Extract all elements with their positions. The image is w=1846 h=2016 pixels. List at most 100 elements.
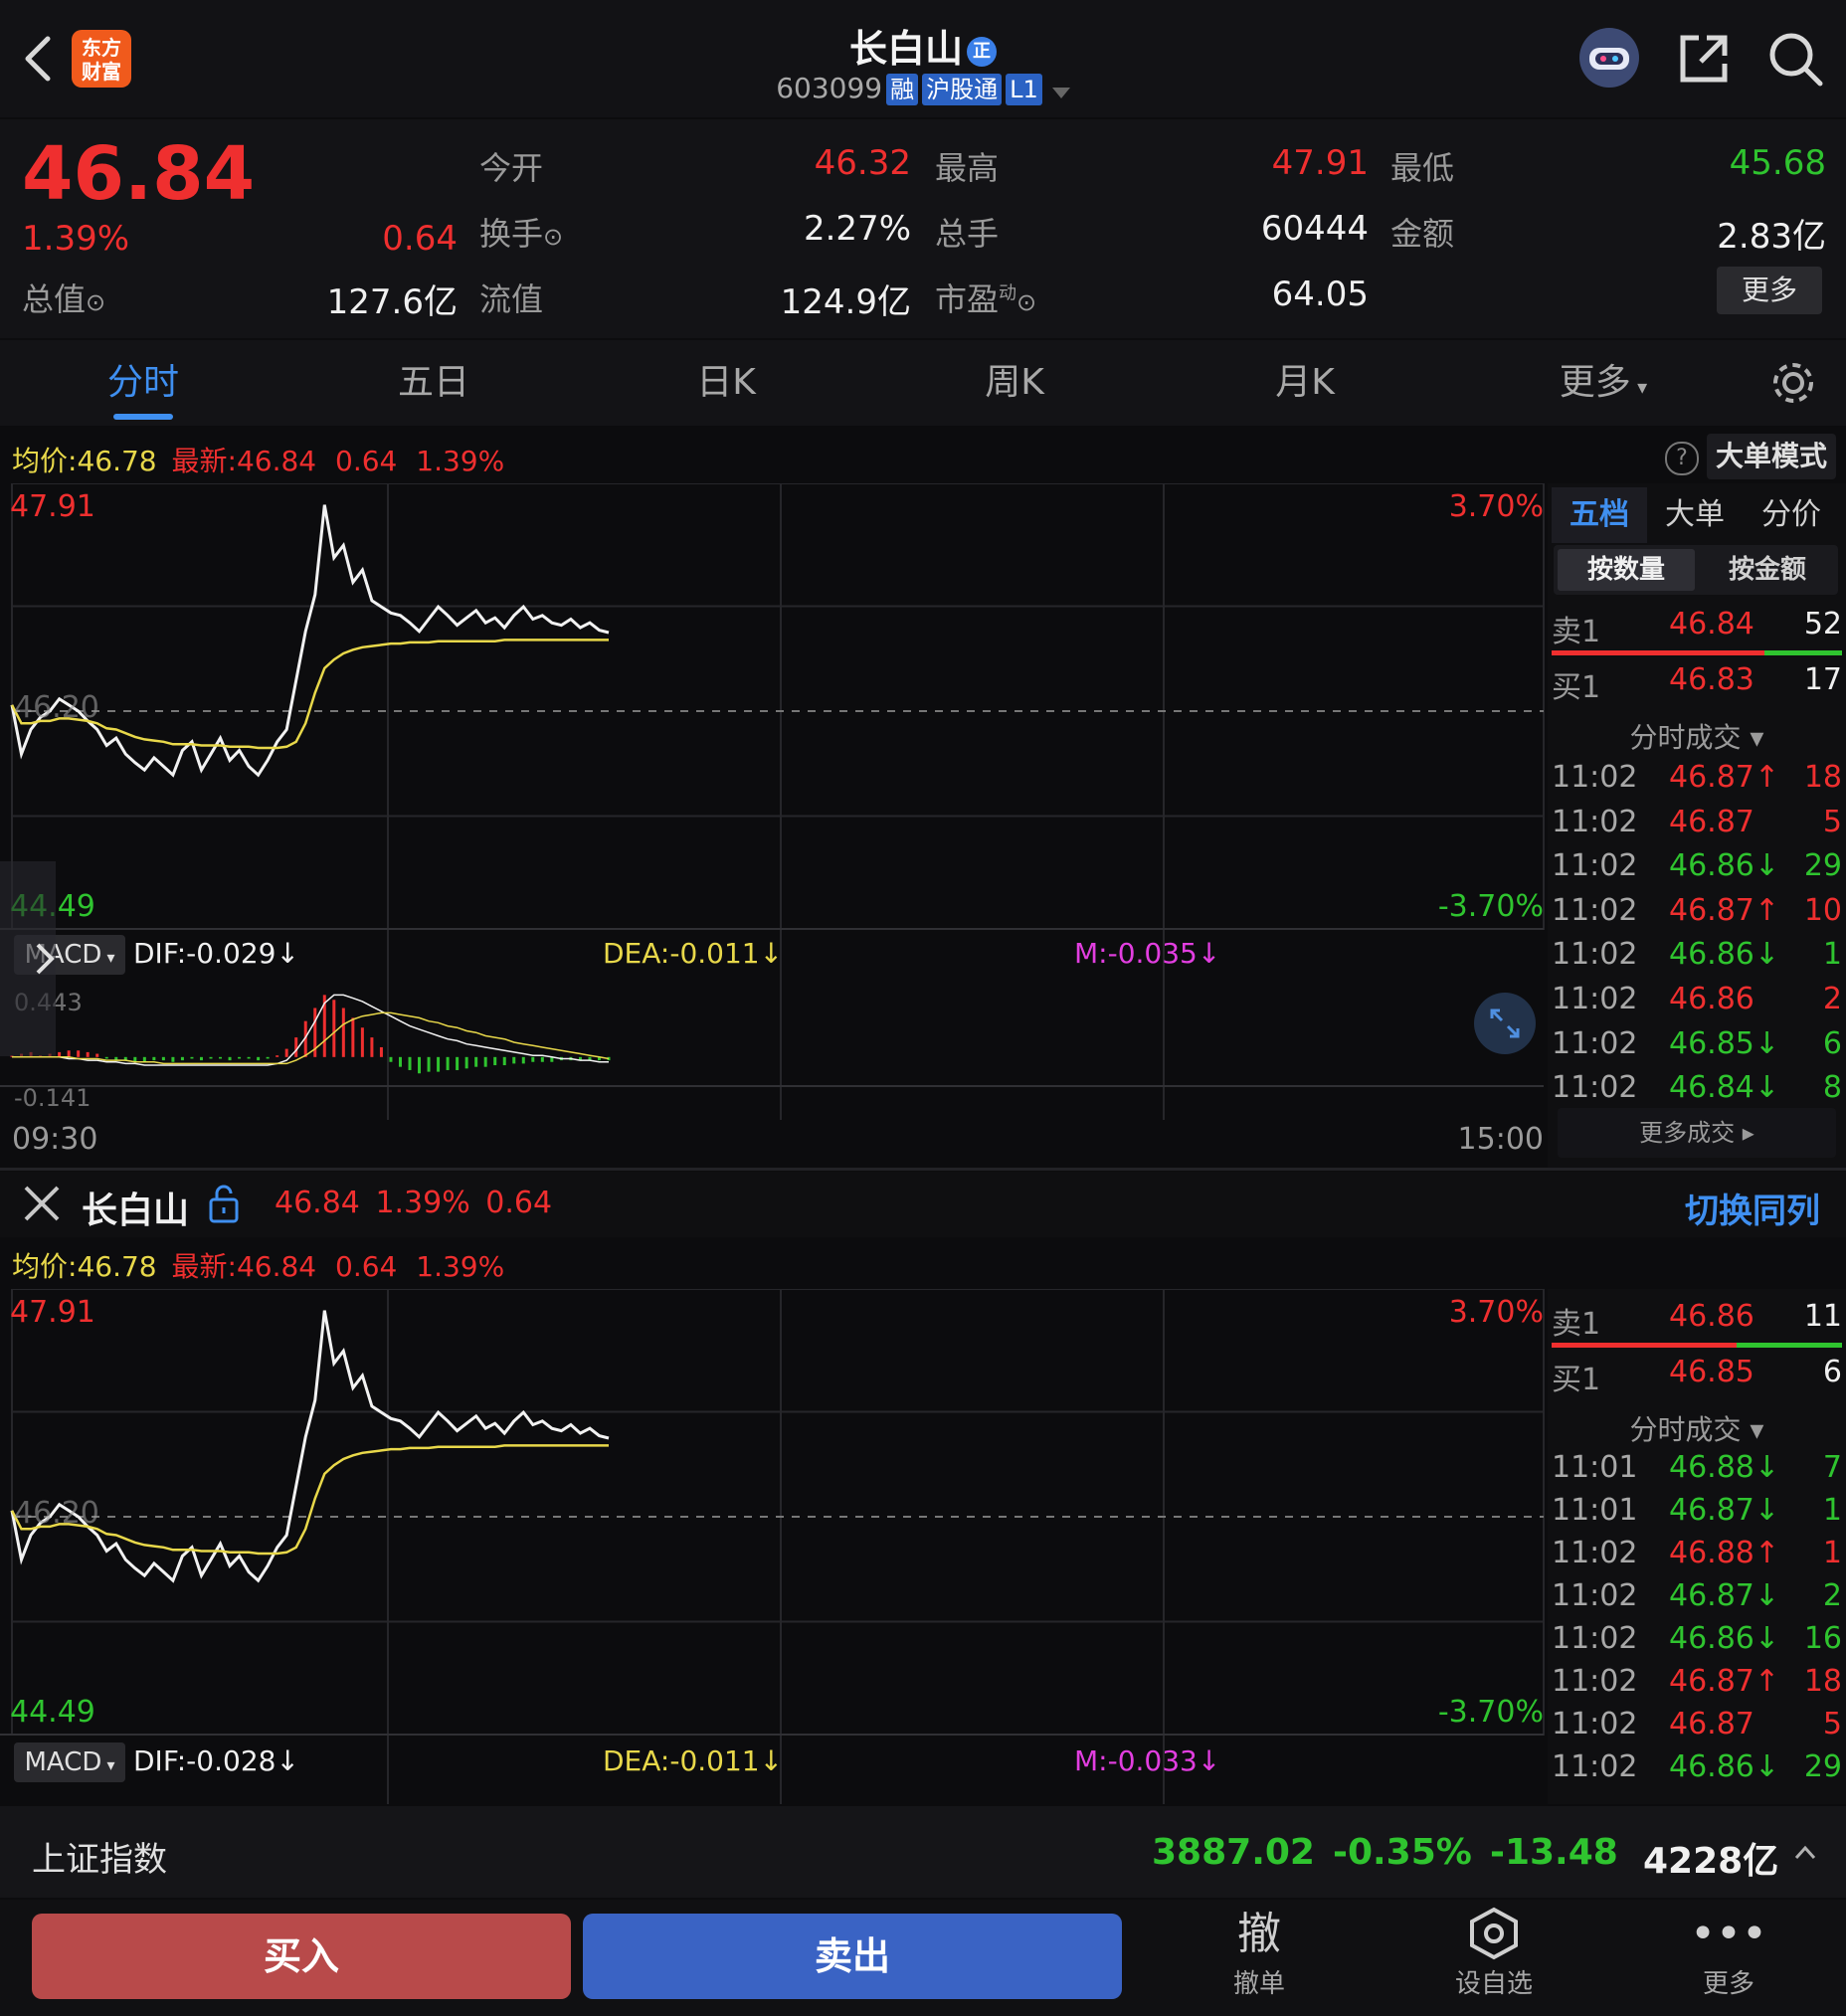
cancel-order-button[interactable]: 撤 撤单: [1200, 1906, 1319, 2000]
tab-more[interactable]: 更多 ▾: [1504, 340, 1703, 426]
trade-time: 11:02: [1552, 982, 1638, 1016]
triangle-down-icon: ▾: [1630, 375, 1648, 399]
intraday-chart-1[interactable]: [0, 483, 1548, 1120]
lock-icon[interactable]: [207, 1184, 241, 1223]
connect-tag: 沪股通: [922, 74, 1003, 105]
robot-assistant-icon[interactable]: [1577, 26, 1641, 90]
trade-time: 11:02: [1552, 1621, 1638, 1656]
settings-icon[interactable]: [1768, 358, 1818, 408]
dropdown-icon[interactable]: [1051, 74, 1070, 106]
more-actions-button[interactable]: ••• 更多: [1669, 1906, 1788, 2000]
more-trades-button[interactable]: 更多成交 ▸: [1558, 1108, 1836, 1158]
active-tab-indicator: [113, 414, 173, 420]
share-icon[interactable]: [1677, 32, 1731, 86]
chart-frame: [11, 1289, 1545, 1736]
ob-mode-amount[interactable]: 按金额: [1699, 549, 1836, 591]
trade-qty: 1: [1822, 937, 1842, 973]
chart2-high-pct: 3.70%: [1448, 1295, 1544, 1330]
chart1-low-pct: -3.70%: [1437, 889, 1544, 924]
ob2-trade-row: 11:01 46.88↓ 7: [1552, 1450, 1842, 1485]
trade-time: 11:02: [1552, 892, 1638, 928]
info-icon[interactable]: ⊙: [543, 223, 563, 251]
trades-title-2[interactable]: 分时成交 ▾: [1552, 1408, 1842, 1448]
ob2-trade-row: 11:02 46.86↓ 29: [1552, 1749, 1842, 1784]
chart1-high-pct: 3.70%: [1448, 489, 1544, 524]
high-label: 最高: [935, 149, 1000, 187]
time-start: 09:30: [12, 1122, 98, 1157]
divider: [0, 1168, 1846, 1171]
level-tag: L1: [1006, 74, 1042, 105]
trade-qty: 2: [1822, 1578, 1842, 1613]
add-watchlist-button[interactable]: 设自选: [1434, 1906, 1554, 2000]
chart1-dea: DEA:-0.011↓: [603, 937, 784, 970]
ask-bid-ratio-bar: [1552, 650, 1842, 655]
trade-qty: 1: [1822, 1536, 1842, 1570]
tab-weekly-k[interactable]: 周K: [915, 340, 1114, 426]
ob-tab-big-order[interactable]: 大单: [1647, 487, 1743, 543]
trades-title-1[interactable]: 分时成交 ▾: [1552, 716, 1842, 756]
quote-more-button[interactable]: 更多: [1717, 267, 1822, 314]
trade-price: 46.86↓: [1669, 1621, 1780, 1656]
chart1-m: M:-0.035↓: [1074, 937, 1221, 970]
index-amount: 4228亿: [1643, 1841, 1779, 1882]
ob1-trade-row: 11:02 46.87 5: [1552, 805, 1842, 839]
info-icon[interactable]: ⊙: [1016, 288, 1036, 316]
search-icon[interactable]: [1766, 30, 1824, 88]
chart2-low-price: 44.49: [10, 1695, 95, 1730]
compare-stock-name: 长白山: [82, 1191, 190, 1231]
switch-column-button[interactable]: 切换同列: [1685, 1184, 1820, 1232]
trade-time: 11:01: [1552, 1493, 1638, 1528]
trade-price: 46.87↑: [1669, 892, 1780, 928]
time-end: 15:00: [1457, 1122, 1544, 1157]
trade-price: 46.88↑: [1669, 1536, 1780, 1570]
info-icon[interactable]: ⊙: [86, 288, 105, 316]
trade-time: 11:02: [1552, 1578, 1638, 1613]
latest-price: 46.84: [236, 445, 317, 477]
close-compare-icon[interactable]: [22, 1184, 62, 1223]
ask-1-row: 卖1 46.84 52: [1552, 607, 1842, 649]
ob2-trade-row: 11:02 46.86↓ 16: [1552, 1621, 1842, 1656]
expand-panel-icon[interactable]: [0, 861, 56, 1056]
big-order-mode-button[interactable]: 大单模式: [1707, 434, 1836, 479]
tab-monthly-k[interactable]: 月K: [1205, 340, 1404, 426]
help-icon[interactable]: ?: [1665, 442, 1699, 475]
trade-price: 46.87↑: [1669, 1664, 1780, 1699]
fullscreen-icon[interactable]: [1474, 993, 1536, 1054]
trade-price: 46.86↓: [1669, 848, 1780, 884]
sell-button[interactable]: 卖出: [583, 1914, 1122, 1999]
macd-selector-2[interactable]: MACD ▾: [14, 1742, 125, 1782]
ob1-trade-row: 11:02 46.85↓ 6: [1552, 1026, 1842, 1061]
trade-qty: 29: [1803, 1749, 1842, 1784]
chevron-up-icon[interactable]: [1790, 1840, 1820, 1864]
stock-name: 长白山: [848, 27, 963, 71]
stock-title: 长白山正: [0, 18, 1846, 73]
trade-price: 46.86↓: [1669, 1749, 1780, 1784]
ob-tab-price[interactable]: 分价: [1743, 487, 1840, 543]
buy-button[interactable]: 买入: [32, 1914, 571, 1999]
trade-price: 46.87: [1669, 804, 1754, 839]
trade-time: 11:01: [1552, 1450, 1638, 1485]
trade-price: 46.87: [1669, 1707, 1754, 1741]
trade-price: 46.87↓: [1669, 1578, 1780, 1613]
turnover-label: 换手⊙: [479, 215, 564, 253]
tab-five-day[interactable]: 五日: [334, 340, 533, 426]
amount-value: 2.83亿: [1717, 217, 1826, 257]
trade-qty: 6: [1822, 1025, 1842, 1061]
index-change-pct: -0.35%: [1333, 1832, 1472, 1873]
verified-badge-icon: 正: [967, 36, 997, 67]
ob2-trade-row: 11:02 46.87↑ 18: [1552, 1664, 1842, 1699]
macd-bottom-value: -0.141: [14, 1084, 92, 1112]
ob-mode-quantity[interactable]: 按数量: [1558, 549, 1695, 591]
chart2-high-price: 47.91: [10, 1295, 95, 1330]
high-value: 47.91: [1271, 143, 1369, 183]
trade-time: 11:02: [1552, 760, 1638, 795]
ob-tab-five-level[interactable]: 五档: [1552, 487, 1647, 543]
stock-code-row[interactable]: 603099 融沪股通 L1: [0, 72, 1846, 106]
trade-time: 11:02: [1552, 804, 1638, 839]
intraday-chart-2[interactable]: [0, 1289, 1548, 1804]
index-name: 上证指数: [32, 1840, 167, 1880]
tab-daily-k[interactable]: 日K: [627, 340, 826, 426]
trade-price: 46.88↓: [1669, 1450, 1780, 1485]
ob2-trade-row: 11:01 46.87↓ 1: [1552, 1493, 1842, 1528]
chart2-mid-price: 46.20: [14, 1496, 99, 1531]
